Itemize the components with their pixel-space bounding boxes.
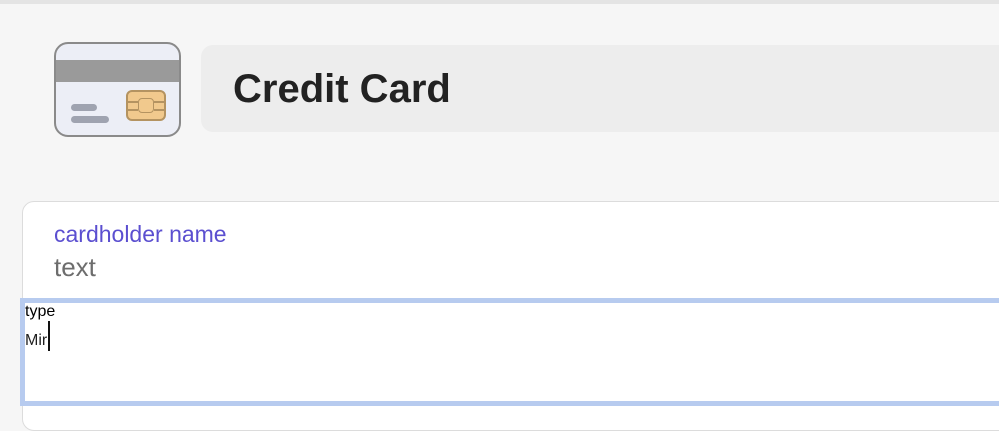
type-input[interactable]: Mir — [25, 321, 999, 351]
type-label: type — [25, 303, 56, 320]
magnetic-stripe — [56, 60, 179, 82]
cardholder-name-input[interactable]: text — [54, 252, 96, 283]
cardholder-name-label: cardholder name — [54, 221, 227, 247]
card-line-short — [71, 104, 97, 111]
card-line-long — [71, 116, 109, 123]
fields-panel: cardholder name text type Mir — [20, 201, 999, 431]
page-title: Credit Card — [233, 67, 451, 111]
credit-card-icon[interactable] — [54, 42, 181, 137]
chip-icon — [126, 90, 166, 121]
cardholder-name-field[interactable]: cardholder name text — [23, 202, 999, 298]
type-field[interactable]: type Mir — [20, 298, 999, 406]
type-input-value: Mir — [25, 332, 48, 349]
text-cursor — [48, 321, 51, 351]
title-field[interactable]: Credit Card — [201, 45, 999, 132]
top-divider — [0, 0, 999, 4]
